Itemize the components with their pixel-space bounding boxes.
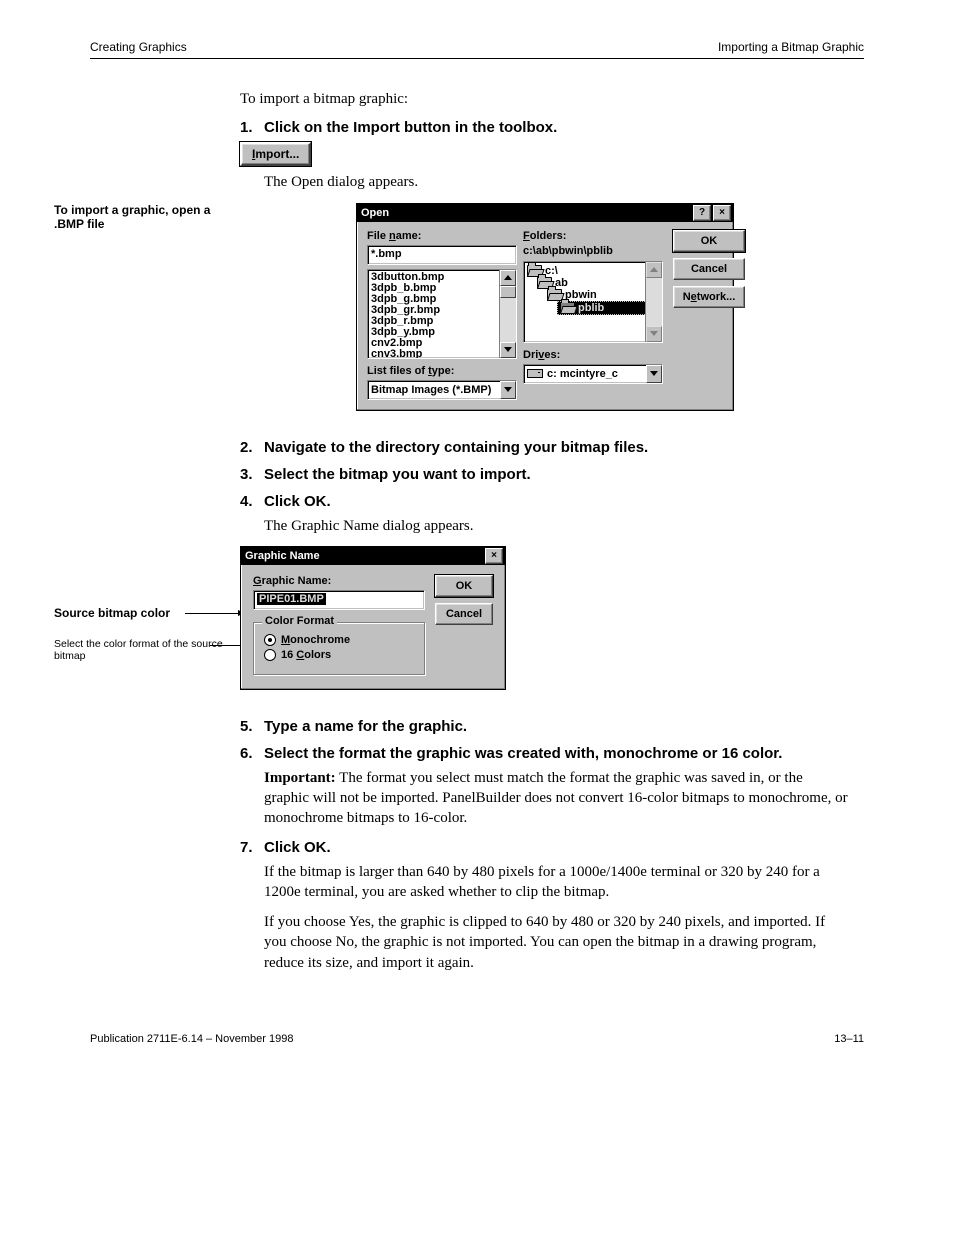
open-dialog-title: Open [361,207,389,219]
cancel-button[interactable]: Cancel [673,258,745,280]
step-1-text: Click on the Import button in the toolbo… [264,119,557,136]
step-4-text: Click OK. [264,493,331,510]
scroll-thumb[interactable] [500,286,516,298]
folders-label: Folders: [523,230,663,242]
list-type-label: List files of type: [367,365,517,377]
help-icon[interactable]: ? [693,205,711,221]
step-4-num: 4. [240,493,264,510]
file-list-item[interactable]: 3dpb_y.bmp [371,327,513,338]
chevron-down-icon[interactable] [646,365,662,383]
file-name-label: File name: [367,230,517,242]
step-2-num: 2. [240,439,264,456]
step-6-num: 6. [240,745,264,762]
close-icon[interactable]: × [485,548,503,564]
graphic-name-title: Graphic Name [245,550,320,562]
step-3-num: 3. [240,466,264,483]
step-1-num: 1. [240,119,264,136]
radio-icon [264,634,276,646]
after-step-1: The Open dialog appears. [264,172,850,192]
radio-monochrome[interactable]: Monochrome [264,634,414,646]
step-7-text: Click OK. [264,839,331,856]
open-dialog: Open ? × File name: *.bmp [356,203,734,411]
file-list-item[interactable]: 3dpb_b.bmp [371,283,513,294]
graphic-name-dialog: Graphic Name × Graphic Name: PIPE01.BMP … [240,546,506,690]
scroll-down-icon [646,326,662,342]
import-button-label: mport... [255,147,299,161]
after-step-7b: If you choose Yes, the graphic is clippe… [264,912,850,973]
folder-open-icon [560,302,575,314]
scroll-up-icon[interactable] [500,270,516,286]
cancel-button[interactable]: Cancel [435,603,493,625]
ok-button[interactable]: OK [673,230,745,252]
step-2-text: Navigate to the directory containing you… [264,439,648,456]
file-list-item[interactable]: 3dbutton.bmp [371,272,513,283]
step-7-num: 7. [240,839,264,856]
step-5-text: Type a name for the graphic. [264,718,467,735]
folder-open-icon [547,289,562,301]
file-list-item[interactable]: cnv3.bmp [371,349,513,359]
file-list-item[interactable]: 3dpb_gr.bmp [371,305,513,316]
graphic-name-input[interactable]: PIPE01.BMP [253,590,425,610]
scroll-down-icon[interactable] [500,342,516,358]
list-type-combo[interactable]: Bitmap Images (*.BMP) [367,380,517,400]
fig1-side-label: To import a graphic, open a .BMP file [54,203,226,231]
chapter-title: Creating Graphics [90,40,187,54]
folder-tree-item-selected[interactable]: pblib [557,301,659,315]
radio-16-colors[interactable]: 16 Colors [264,649,414,661]
after-step-4: The Graphic Name dialog appears. [264,516,850,536]
folder-tree-item[interactable]: c:\ [527,265,659,277]
footer-page: 13–11 [834,1033,864,1045]
intro-text: To import a bitmap graphic: [240,89,850,109]
scroll-up-icon [646,262,662,278]
important-note: Important: The format you select must ma… [264,768,850,829]
folders-path: c:\ab\pbwin\pblib [523,245,663,257]
file-list-item[interactable]: cnv2.bmp [371,338,513,349]
file-list[interactable]: 3dbutton.bmp 3dpb_b.bmp 3dpb_g.bmp 3dpb_… [367,269,517,359]
step-6-text: Select the format the graphic was create… [264,745,782,762]
color-format-legend: Color Format [262,615,337,627]
file-list-item[interactable]: 3dpb_r.bmp [371,316,513,327]
chapter-topic: Importing a Bitmap Graphic [718,40,864,54]
step-5-num: 5. [240,718,264,735]
drives-label: Drives: [523,349,663,361]
close-icon[interactable]: × [713,205,731,221]
callout-arrow [185,613,240,614]
drive-icon [527,369,543,378]
step-3-text: Select the bitmap you want to import. [264,466,531,483]
file-list-scrollbar[interactable] [499,270,516,358]
file-name-input[interactable]: *.bmp [367,245,517,265]
footer-pub: Publication 2711E-6.14 – November 1998 [90,1033,293,1045]
color-format-group: Color Format Monochrome 16 Colors [253,622,425,675]
fig2-side-label-2: Select the color format of the source bi… [54,638,226,662]
radio-icon [264,649,276,661]
folder-tree-scrollbar [645,262,662,342]
after-step-7a: If the bitmap is larger than 640 by 480 … [264,862,850,903]
drives-combo[interactable]: c: mcintyre_c [523,364,663,384]
list-type-value: Bitmap Images (*.BMP) [368,381,500,399]
folder-tree[interactable]: c:\ ab pbwin pblib [523,261,663,343]
network-button[interactable]: Network... [673,286,745,308]
chevron-down-icon[interactable] [500,381,516,399]
file-list-item[interactable]: 3dpb_g.bmp [371,294,513,305]
ok-button[interactable]: OK [435,575,493,597]
import-button[interactable]: Import... [240,142,311,166]
graphic-name-label: Graphic Name: [253,575,425,587]
drives-value: c: mcintyre_c [524,365,646,383]
